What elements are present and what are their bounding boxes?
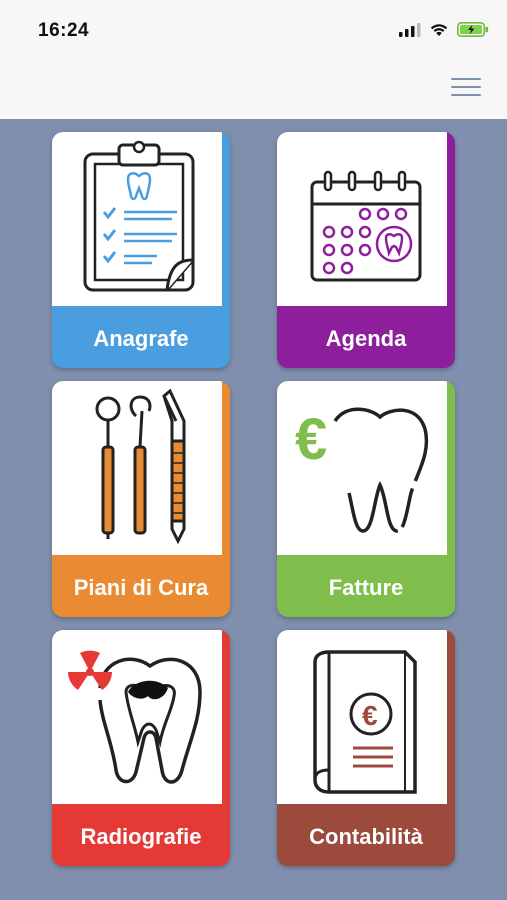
tile-fatture-label: Fatture [328,575,404,600]
dental-tools-icon [95,388,186,545]
tile-agenda-label: Agenda [325,326,407,351]
tile-contabilita-art: € [277,630,447,804]
tooth-euro-icon: € [295,407,429,533]
tile-contabilita-label: Contabilità [309,824,423,849]
status-bar: 16:24 [0,0,507,62]
ledger-euro-icon: € [313,650,417,794]
svg-text:€: € [362,700,378,731]
signal-icon [399,22,421,37]
tile-agenda-art [277,132,447,306]
battery-icon [457,22,489,37]
tile-anagrafe-art [52,132,222,306]
tooth-xray-icon [68,650,202,784]
clipboard-tooth-icon [83,140,195,292]
tile-anagrafe-label: Anagrafe [93,326,189,351]
tile-fatture-art: € [277,381,447,555]
wifi-icon [430,23,448,36]
hamburger-menu-icon[interactable] [451,78,481,100]
tile-piani-label: Piani di Cura [73,575,209,600]
status-time: 16:24 [38,20,90,41]
tile-radiografie[interactable]: Radiografie [52,630,230,866]
tile-contabilita[interactable]: € Contabilità [277,630,455,866]
tile-fatture[interactable]: € Fatture [277,381,455,617]
tile-piani-art [52,381,222,555]
tile-radiografie-label: Radiografie [80,824,202,849]
calendar-tooth-icon [310,170,422,282]
tile-anagrafe[interactable]: Anagrafe [52,132,230,368]
tile-radiografie-art [52,630,222,804]
svg-text:€: € [295,407,327,472]
tile-agenda[interactable]: Agenda [277,132,455,368]
status-icons [399,22,489,37]
tile-piani-di-cura[interactable]: Piani di Cura [52,381,230,617]
nav-bar [0,62,507,119]
